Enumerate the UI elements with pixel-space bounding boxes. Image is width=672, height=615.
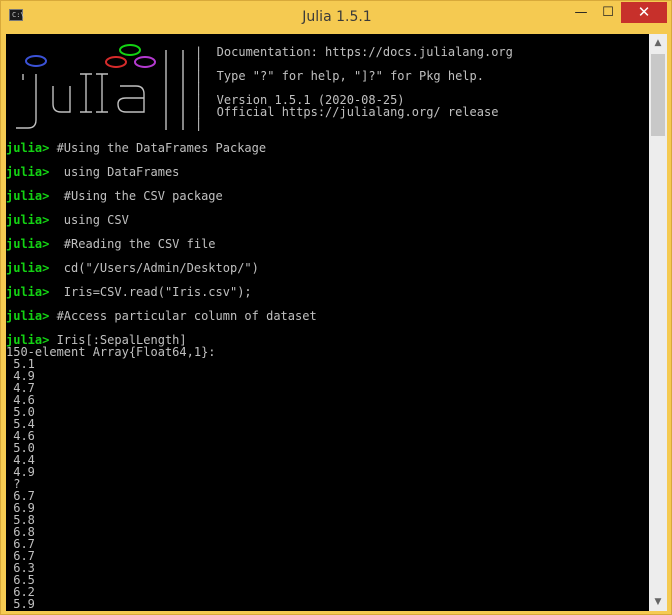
logo-dot-green — [119, 44, 141, 56]
repl-input-line: julia> #Reading the CSV file — [6, 238, 216, 250]
repl-command: Iris=CSV.read("Iris.csv"); — [49, 285, 252, 299]
terminal-output[interactable]: | Documentation: https://docs.julialang.… — [6, 34, 649, 611]
maximize-button[interactable]: ☐ — [595, 2, 621, 23]
repl-command: using CSV — [49, 213, 129, 227]
output-value: 5.9 — [6, 597, 35, 611]
repl-command: using DataFrames — [49, 165, 180, 179]
console-area[interactable]: | Documentation: https://docs.julialang.… — [6, 34, 667, 611]
repl-output-header: 150-element Array{Float64,1}: — [6, 346, 216, 358]
banner-info-text: | Documentation: https://docs.julialang.… — [195, 45, 513, 59]
repl-input-line: julia> #Using the DataFrames Package — [6, 142, 266, 154]
julia-prompt: julia> — [6, 261, 50, 275]
output-type: 150-element Array{Float64,1}: — [6, 345, 216, 359]
repl-input-line: julia> Iris=CSV.read("Iris.csv"); — [6, 286, 252, 298]
julia-prompt: julia> — [6, 309, 50, 323]
repl-command: #Using the CSV package — [49, 189, 223, 203]
repl-command: #Access particular column of dataset — [49, 309, 317, 323]
julia-prompt: julia> — [6, 213, 50, 227]
julia-ascii-logo — [16, 44, 184, 130]
repl-command: #Using the DataFrames Package — [49, 141, 267, 155]
scrollbar-thumb[interactable] — [651, 54, 665, 136]
close-button[interactable]: ✕ — [621, 2, 667, 23]
julia-prompt: julia> — [6, 165, 50, 179]
banner-info-line: | Official https://julialang.org/ releas… — [195, 106, 498, 118]
banner-info-text: | Type "?" for help, "]?" for Pkg help. — [195, 69, 484, 83]
banner-info-line: | — [195, 118, 202, 130]
repl-command: #Reading the CSV file — [49, 237, 216, 251]
banner-info-text: | Official https://julialang.org/ releas… — [195, 105, 499, 119]
banner-info-text: | — [195, 117, 203, 131]
julia-console-window: C:\ Julia 1.5.1 — ☐ ✕ | Documentation: h… — [0, 0, 672, 615]
logo-dot-blue — [25, 55, 47, 67]
repl-command: cd("/Users/Admin/Desktop/") — [49, 261, 259, 275]
scroll-down-arrow[interactable]: ▼ — [649, 593, 667, 611]
scroll-up-arrow[interactable]: ▲ — [649, 34, 667, 52]
repl-input-line: julia> using CSV — [6, 214, 129, 226]
minimize-button[interactable]: — — [567, 2, 595, 23]
logo-letters — [16, 50, 184, 130]
julia-prompt: julia> — [6, 285, 50, 299]
repl-input-line: julia> #Using the CSV package — [6, 190, 223, 202]
julia-prompt: julia> — [6, 189, 50, 203]
title-bar[interactable]: C:\ Julia 1.5.1 — ☐ ✕ — [1, 1, 672, 33]
julia-prompt: julia> — [6, 237, 50, 251]
repl-input-line: julia> cd("/Users/Admin/Desktop/") — [6, 262, 259, 274]
banner-info-line: | Type "?" for help, "]?" for Pkg help. — [195, 70, 484, 82]
repl-output-value: 5.9 — [6, 598, 35, 610]
repl-input-line: julia> #Access particular column of data… — [6, 310, 317, 322]
banner-info-line: | Documentation: https://docs.julialang.… — [195, 46, 513, 58]
logo-dot-red — [105, 56, 127, 68]
repl-input-line: julia> using DataFrames — [6, 166, 179, 178]
logo-dot-purple — [134, 56, 156, 68]
julia-prompt: julia> — [6, 141, 50, 155]
vertical-scrollbar[interactable]: ▲ ▼ — [649, 34, 667, 611]
